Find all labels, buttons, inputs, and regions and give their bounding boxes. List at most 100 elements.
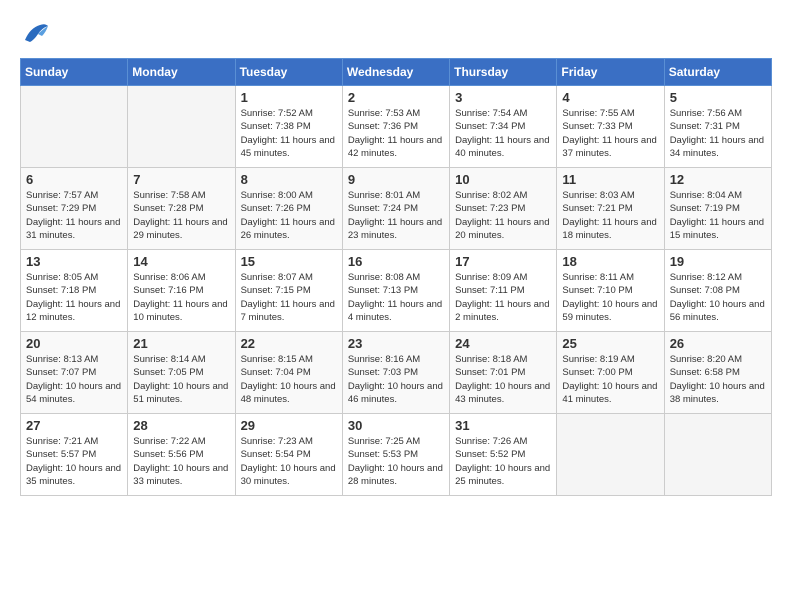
- day-number: 12: [670, 172, 766, 187]
- calendar-day-cell: 12 Sunrise: 8:04 AMSunset: 7:19 PMDayligh…: [664, 168, 771, 250]
- calendar-day-header: Sunday: [21, 59, 128, 86]
- day-info: Sunrise: 7:21 AMSunset: 5:57 PMDaylight:…: [26, 435, 122, 488]
- day-number: 17: [455, 254, 551, 269]
- day-info: Sunrise: 7:56 AMSunset: 7:31 PMDaylight:…: [670, 107, 766, 160]
- day-number: 8: [241, 172, 337, 187]
- day-info: Sunrise: 7:26 AMSunset: 5:52 PMDaylight:…: [455, 435, 551, 488]
- day-number: 7: [133, 172, 229, 187]
- day-info: Sunrise: 8:02 AMSunset: 7:23 PMDaylight:…: [455, 189, 551, 242]
- calendar-day-cell: 13 Sunrise: 8:05 AMSunset: 7:18 PMDayligh…: [21, 250, 128, 332]
- day-info: Sunrise: 7:22 AMSunset: 5:56 PMDaylight:…: [133, 435, 229, 488]
- day-number: 26: [670, 336, 766, 351]
- calendar-day-cell: 26 Sunrise: 8:20 AMSunset: 6:58 PMDayligh…: [664, 332, 771, 414]
- day-number: 21: [133, 336, 229, 351]
- calendar-day-cell: 6 Sunrise: 7:57 AMSunset: 7:29 PMDaylight…: [21, 168, 128, 250]
- day-number: 20: [26, 336, 122, 351]
- logo-bird-icon: [20, 20, 50, 48]
- page-header: [20, 20, 772, 48]
- day-info: Sunrise: 8:16 AMSunset: 7:03 PMDaylight:…: [348, 353, 444, 406]
- day-info: Sunrise: 8:03 AMSunset: 7:21 PMDaylight:…: [562, 189, 658, 242]
- calendar-day-cell: 9 Sunrise: 8:01 AMSunset: 7:24 PMDaylight…: [342, 168, 449, 250]
- day-info: Sunrise: 8:14 AMSunset: 7:05 PMDaylight:…: [133, 353, 229, 406]
- day-info: Sunrise: 8:05 AMSunset: 7:18 PMDaylight:…: [26, 271, 122, 324]
- calendar-day-cell: 8 Sunrise: 8:00 AMSunset: 7:26 PMDaylight…: [235, 168, 342, 250]
- day-info: Sunrise: 8:00 AMSunset: 7:26 PMDaylight:…: [241, 189, 337, 242]
- day-info: Sunrise: 7:54 AMSunset: 7:34 PMDaylight:…: [455, 107, 551, 160]
- day-info: Sunrise: 8:11 AMSunset: 7:10 PMDaylight:…: [562, 271, 658, 324]
- day-info: Sunrise: 7:57 AMSunset: 7:29 PMDaylight:…: [26, 189, 122, 242]
- day-info: Sunrise: 7:23 AMSunset: 5:54 PMDaylight:…: [241, 435, 337, 488]
- calendar-day-header: Wednesday: [342, 59, 449, 86]
- day-number: 10: [455, 172, 551, 187]
- day-number: 18: [562, 254, 658, 269]
- day-info: Sunrise: 7:55 AMSunset: 7:33 PMDaylight:…: [562, 107, 658, 160]
- calendar-day-cell: 24 Sunrise: 8:18 AMSunset: 7:01 PMDayligh…: [450, 332, 557, 414]
- calendar-day-cell: 15 Sunrise: 8:07 AMSunset: 7:15 PMDayligh…: [235, 250, 342, 332]
- calendar-day-cell: 2Sunrise: 7:53 AMSunset: 7:36 PMDaylight…: [342, 86, 449, 168]
- calendar-day-cell: 5 Sunrise: 7:56 AMSunset: 7:31 PMDaylight…: [664, 86, 771, 168]
- day-info: Sunrise: 8:01 AMSunset: 7:24 PMDaylight:…: [348, 189, 444, 242]
- day-number: 14: [133, 254, 229, 269]
- calendar-week-row: 1 Sunrise: 7:52 AMSunset: 7:38 PMDaylight…: [21, 86, 772, 168]
- calendar-day-cell: [664, 414, 771, 496]
- day-number: 25: [562, 336, 658, 351]
- calendar-day-header: Saturday: [664, 59, 771, 86]
- day-info: Sunrise: 8:20 AMSunset: 6:58 PMDaylight:…: [670, 353, 766, 406]
- day-number: 31: [455, 418, 551, 433]
- day-info: Sunrise: 8:06 AMSunset: 7:16 PMDaylight:…: [133, 271, 229, 324]
- day-number: 19: [670, 254, 766, 269]
- day-number: 1: [241, 90, 337, 105]
- calendar-day-cell: [21, 86, 128, 168]
- calendar-day-cell: 21 Sunrise: 8:14 AMSunset: 7:05 PMDayligh…: [128, 332, 235, 414]
- day-number: 23: [348, 336, 444, 351]
- logo: [20, 20, 54, 48]
- day-number: 29: [241, 418, 337, 433]
- day-number: 22: [241, 336, 337, 351]
- day-number: 2: [348, 90, 444, 105]
- day-info: Sunrise: 7:52 AMSunset: 7:38 PMDaylight:…: [241, 107, 337, 160]
- day-info: Sunrise: 8:12 AMSunset: 7:08 PMDaylight:…: [670, 271, 766, 324]
- day-info: Sunrise: 8:09 AMSunset: 7:11 PMDaylight:…: [455, 271, 551, 324]
- day-info: Sunrise: 8:04 AMSunset: 7:19 PMDaylight:…: [670, 189, 766, 242]
- calendar-week-row: 13 Sunrise: 8:05 AMSunset: 7:18 PMDayligh…: [21, 250, 772, 332]
- day-number: 13: [26, 254, 122, 269]
- day-info: Sunrise: 8:15 AMSunset: 7:04 PMDaylight:…: [241, 353, 337, 406]
- day-info: Sunrise: 8:19 AMSunset: 7:00 PMDaylight:…: [562, 353, 658, 406]
- calendar-week-row: 20 Sunrise: 8:13 AMSunset: 7:07 PMDayligh…: [21, 332, 772, 414]
- day-info: Sunrise: 8:07 AMSunset: 7:15 PMDaylight:…: [241, 271, 337, 324]
- calendar-table: SundayMondayTuesdayWednesdayThursdayFrid…: [20, 58, 772, 496]
- day-number: 24: [455, 336, 551, 351]
- day-info: Sunrise: 8:08 AMSunset: 7:13 PMDaylight:…: [348, 271, 444, 324]
- calendar-day-cell: 29 Sunrise: 7:23 AMSunset: 5:54 PMDayligh…: [235, 414, 342, 496]
- day-info: Sunrise: 7:25 AMSunset: 5:53 PMDaylight:…: [348, 435, 444, 488]
- day-info: Sunrise: 8:13 AMSunset: 7:07 PMDaylight:…: [26, 353, 122, 406]
- calendar-day-header: Monday: [128, 59, 235, 86]
- day-number: 30: [348, 418, 444, 433]
- calendar-day-cell: 16 Sunrise: 8:08 AMSunset: 7:13 PMDayligh…: [342, 250, 449, 332]
- day-info: Sunrise: 8:18 AMSunset: 7:01 PMDaylight:…: [455, 353, 551, 406]
- day-number: 9: [348, 172, 444, 187]
- calendar-day-cell: 27 Sunrise: 7:21 AMSunset: 5:57 PMDayligh…: [21, 414, 128, 496]
- day-number: 27: [26, 418, 122, 433]
- calendar-day-cell: 1 Sunrise: 7:52 AMSunset: 7:38 PMDaylight…: [235, 86, 342, 168]
- day-number: 28: [133, 418, 229, 433]
- day-number: 6: [26, 172, 122, 187]
- calendar-day-cell: 20 Sunrise: 8:13 AMSunset: 7:07 PMDayligh…: [21, 332, 128, 414]
- calendar-header-row: SundayMondayTuesdayWednesdayThursdayFrid…: [21, 59, 772, 86]
- calendar-day-header: Thursday: [450, 59, 557, 86]
- calendar-day-cell: 18 Sunrise: 8:11 AMSunset: 7:10 PMDayligh…: [557, 250, 664, 332]
- calendar-day-cell: 7Sunrise: 7:58 AMSunset: 7:28 PMDaylight…: [128, 168, 235, 250]
- day-number: 5: [670, 90, 766, 105]
- day-number: 16: [348, 254, 444, 269]
- calendar-day-cell: 25 Sunrise: 8:19 AMSunset: 7:00 PMDayligh…: [557, 332, 664, 414]
- calendar-day-cell: 31 Sunrise: 7:26 AMSunset: 5:52 PMDayligh…: [450, 414, 557, 496]
- calendar-day-cell: 28 Sunrise: 7:22 AMSunset: 5:56 PMDayligh…: [128, 414, 235, 496]
- calendar-day-cell: 19 Sunrise: 8:12 AMSunset: 7:08 PMDayligh…: [664, 250, 771, 332]
- day-number: 15: [241, 254, 337, 269]
- calendar-day-cell: 17 Sunrise: 8:09 AMSunset: 7:11 PMDayligh…: [450, 250, 557, 332]
- day-number: 11: [562, 172, 658, 187]
- calendar-week-row: 27 Sunrise: 7:21 AMSunset: 5:57 PMDayligh…: [21, 414, 772, 496]
- calendar-day-cell: [128, 86, 235, 168]
- calendar-week-row: 6 Sunrise: 7:57 AMSunset: 7:29 PMDaylight…: [21, 168, 772, 250]
- calendar-day-cell: 23 Sunrise: 8:16 AMSunset: 7:03 PMDayligh…: [342, 332, 449, 414]
